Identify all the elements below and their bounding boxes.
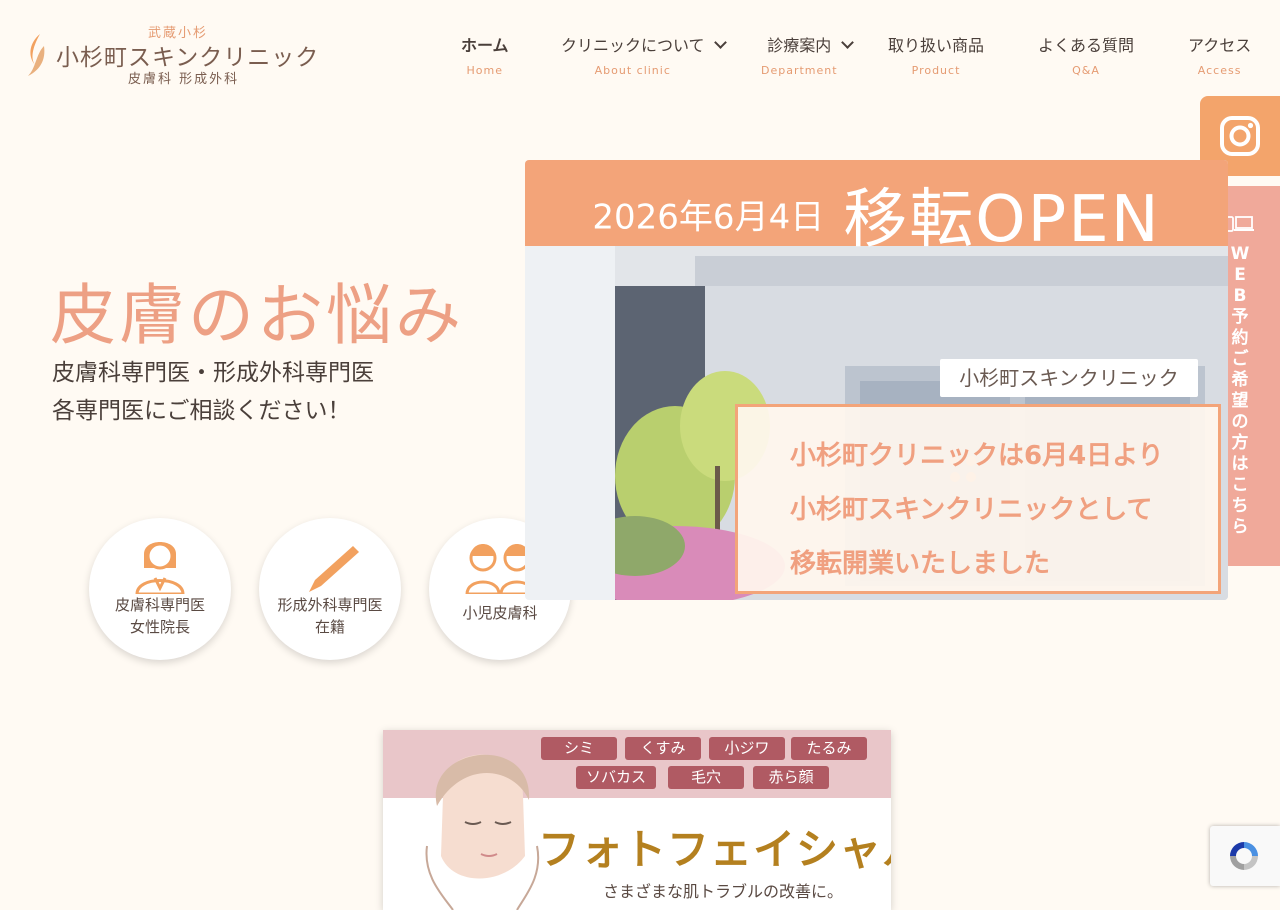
badge-dermatologist-line1: 皮膚科専門医 bbox=[114, 596, 205, 614]
notice-line1: 小杉町クリニックは6月4日より bbox=[790, 441, 1164, 471]
nav-department-en: Department bbox=[761, 64, 838, 77]
building-sign: 小杉町スキンクリニック bbox=[940, 359, 1198, 397]
nav-department[interactable]: 診療案内 Department bbox=[761, 32, 838, 77]
nav-qa[interactable]: よくある質問 Q&A bbox=[1038, 32, 1134, 77]
nav-about[interactable]: クリニックについて About clinic bbox=[561, 32, 705, 77]
nav-home[interactable]: ホーム Home bbox=[461, 32, 509, 77]
hero-title: 皮膚のお悩み bbox=[50, 277, 464, 354]
banner-date: 2026年6月4日 bbox=[592, 197, 825, 238]
nav-about-en: About clinic bbox=[594, 64, 671, 77]
relocation-banner[interactable]: 小杉町スキンクリニック 2026年6月4日 移転OPEN 小杉町クリニックは6月… bbox=[525, 160, 1228, 600]
tag-akaragao: 赤ら顔 bbox=[753, 766, 829, 789]
recaptcha-icon bbox=[1230, 842, 1258, 870]
photofacial-banner[interactable]: シミ くすみ 小ジワ たるみ ソバカス 毛穴 赤ら顔 フォトフェイシャル さまざ… bbox=[383, 730, 891, 910]
badge-plastic-surgeon-line2: 在籍 bbox=[314, 618, 345, 636]
tag-sobakasu: ソバカス bbox=[576, 766, 656, 789]
woman-face-illustration bbox=[425, 754, 540, 910]
badge-plastic-surgeon: 形成外科専門医 在籍 bbox=[259, 518, 401, 660]
hero-subtitle-line2: 各専門医にご相談ください！ bbox=[52, 398, 351, 424]
notice-line3: 移転開業いたしました bbox=[790, 549, 1051, 579]
hero-subtitle: 皮膚科専門医・形成外科専門医 各専門医にご相談ください！ bbox=[52, 354, 374, 430]
badge-plastic-surgeon-line1: 形成外科専門医 bbox=[277, 596, 383, 614]
badge-dermatologist: 皮膚科専門医 女性院長 bbox=[89, 518, 231, 660]
female-doctor-icon bbox=[135, 542, 185, 594]
nav-access-en: Access bbox=[1197, 64, 1242, 77]
nav-access[interactable]: アクセス Access bbox=[1188, 32, 1251, 77]
main-nav: ホーム Home クリニックについて About clinic 診療案内 Dep… bbox=[0, 32, 1280, 82]
photofacial-subtitle: さまざまな肌トラブルの改善に。 bbox=[603, 882, 844, 901]
photofacial-title: フォトフェイシャル bbox=[538, 825, 891, 874]
nav-product[interactable]: 取り扱い商品 Product bbox=[888, 32, 984, 77]
tag-kojiwa: 小ジワ bbox=[709, 737, 785, 760]
tag-tarumi: たるみ bbox=[791, 737, 867, 760]
relocation-notice: 小杉町クリニックは6月4日より 小杉町スキンクリニックとして 移転開業いたしまし… bbox=[735, 404, 1221, 594]
badge-dermatologist-line2: 女性院長 bbox=[129, 618, 190, 636]
instagram-icon bbox=[1220, 116, 1260, 156]
nav-department-label: 診療案内 bbox=[767, 36, 832, 55]
nav-about-label: クリニックについて bbox=[561, 36, 705, 55]
banner-open: 移転OPEN bbox=[843, 183, 1161, 257]
chevron-down-icon[interactable] bbox=[841, 36, 854, 49]
nav-home-en: Home bbox=[466, 64, 503, 77]
nav-qa-label: よくある質問 bbox=[1038, 36, 1135, 55]
notice-line2: 小杉町スキンクリニックとして bbox=[790, 495, 1153, 525]
nav-qa-en: Q&A bbox=[1072, 64, 1100, 77]
tag-kusumi: くすみ bbox=[625, 737, 701, 760]
recaptcha-badge[interactable] bbox=[1210, 826, 1280, 886]
nav-access-label: アクセス bbox=[1188, 36, 1252, 55]
tag-keana: 毛穴 bbox=[668, 766, 744, 789]
banner-header-text: 2026年6月4日 移転OPEN bbox=[525, 168, 1228, 260]
hero-subtitle-line1: 皮膚科専門医・形成外科専門医 bbox=[52, 360, 374, 386]
tag-shimi: シミ bbox=[541, 737, 617, 760]
nav-product-label: 取り扱い商品 bbox=[888, 36, 985, 55]
badge-pediatric-line1: 小児皮膚科 bbox=[462, 604, 538, 622]
nav-home-label: ホーム bbox=[461, 36, 509, 55]
web-reserve-label: WEB予約ご希望の方はこちら bbox=[1230, 244, 1250, 537]
nav-product-en: Product bbox=[911, 64, 961, 77]
devices-icon bbox=[1224, 216, 1254, 232]
chevron-down-icon[interactable] bbox=[714, 36, 727, 49]
scalpel-icon bbox=[309, 546, 359, 592]
